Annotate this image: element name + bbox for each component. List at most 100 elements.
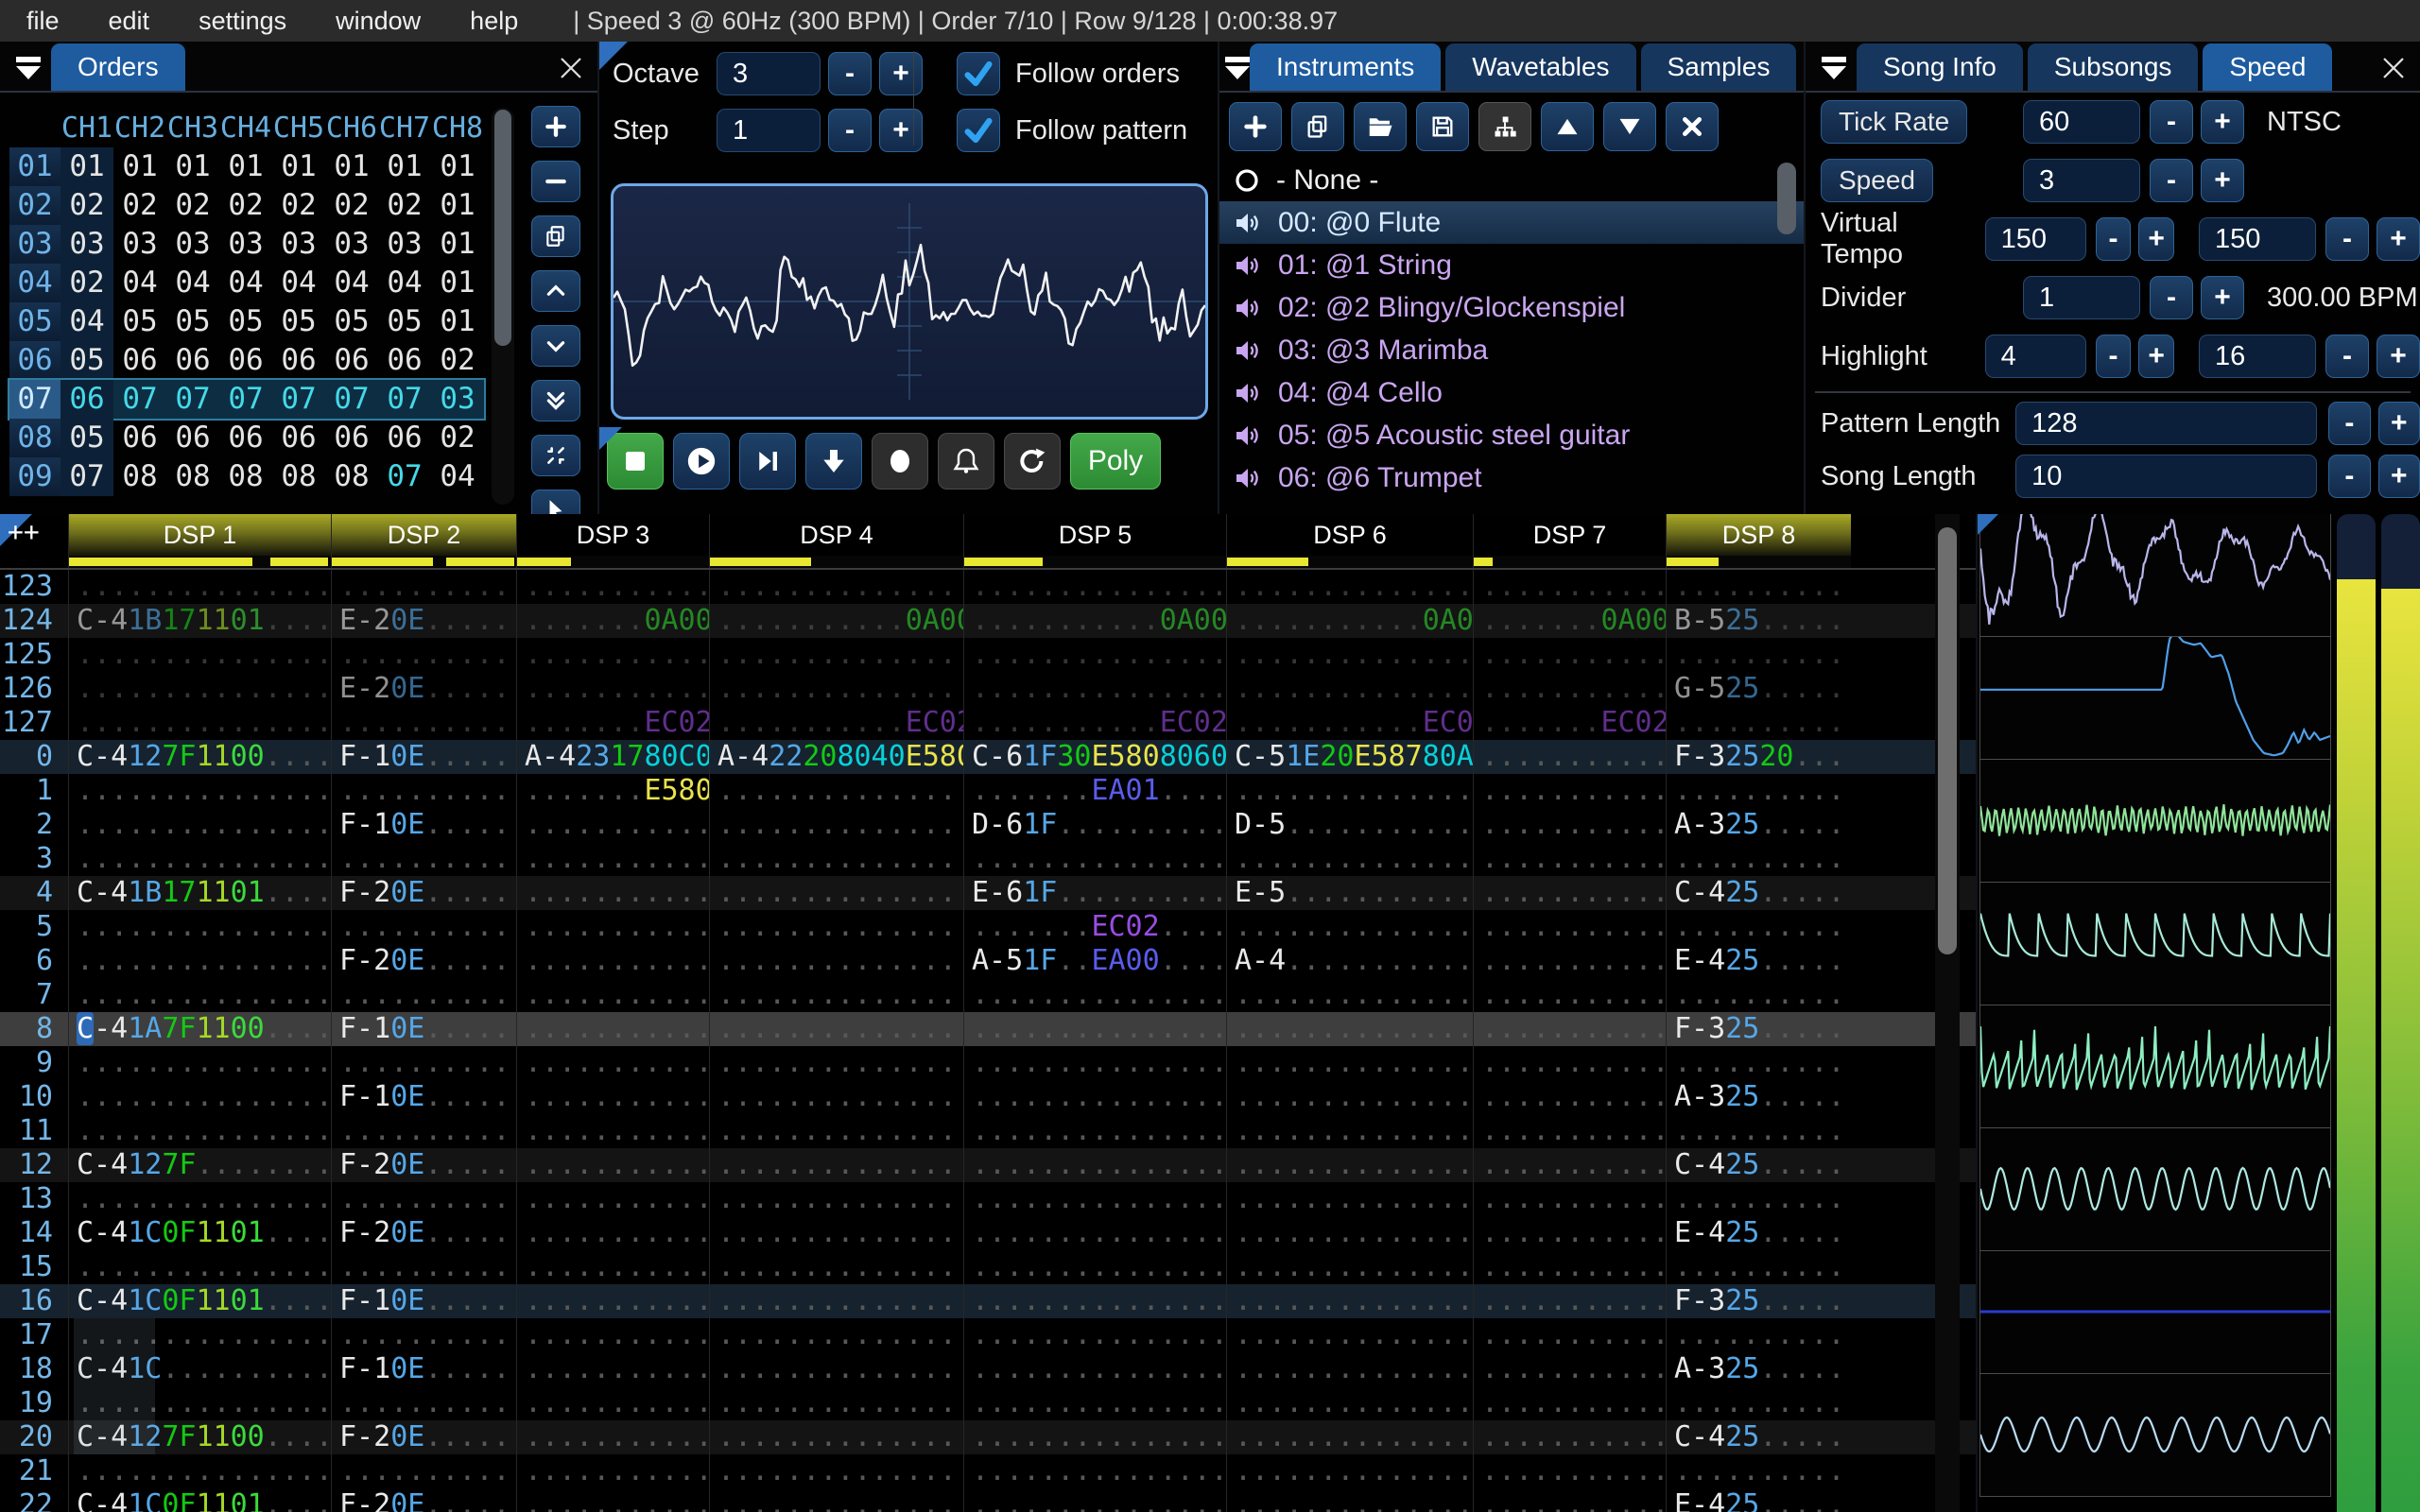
pattern-row-21[interactable]: 21......................................… <box>0 1454 1976 1488</box>
pattern-cell[interactable]: ........... <box>331 570 516 604</box>
step-minus-button[interactable]: - <box>828 109 872 152</box>
pattern-cell[interactable]: F-10E...... <box>331 1080 516 1114</box>
pattern-cell[interactable]: ........... <box>1666 1114 1851 1148</box>
order-cell[interactable]: 03 <box>325 225 378 264</box>
pattern-cell[interactable]: ........... <box>1666 842 1851 876</box>
order-cell[interactable]: 07 <box>219 380 272 419</box>
menu-help[interactable]: help <box>470 7 518 36</box>
menu-settings[interactable]: settings <box>199 7 286 36</box>
order-cell[interactable]: 07 <box>378 457 431 496</box>
pattern-cell[interactable]: .......0A00 <box>516 604 709 638</box>
order-cell[interactable]: 05 <box>272 302 325 341</box>
instrument-up-button[interactable] <box>1541 102 1594 151</box>
pattern-row-4[interactable]: 4 C-41B171101.... F-20E...................… <box>0 876 1976 910</box>
orders-scrollbar[interactable] <box>492 108 514 505</box>
pattern-cell[interactable]: ............... <box>709 944 963 978</box>
pattern-cell[interactable]: ............... <box>1226 1182 1473 1216</box>
pattern-cell[interactable]: ........... <box>1666 774 1851 808</box>
pattern-row-5[interactable]: 5.......................................… <box>0 910 1976 944</box>
pattern-cell[interactable]: ............... <box>963 1182 1226 1216</box>
pattern-row-15[interactable]: 15......................................… <box>0 1250 1976 1284</box>
pattern-row-13[interactable]: 13......................................… <box>0 1182 1976 1216</box>
order-cell[interactable]: 05 <box>60 419 113 457</box>
pattern-cell[interactable]: ........... <box>1473 944 1666 978</box>
pattern-cell[interactable]: ........... <box>1473 774 1666 808</box>
order-row-02[interactable]: 02 02 02 02 02 02 02 02 01 <box>9 186 484 225</box>
highlight-major-input[interactable]: 16 <box>2199 335 2316 378</box>
order-cell[interactable]: 02 <box>113 186 166 225</box>
pattern-cell[interactable]: ............... <box>1226 1386 1473 1420</box>
tab-orders[interactable]: Orders <box>51 43 185 91</box>
pattern-cell[interactable]: ........... <box>1473 1182 1666 1216</box>
channel-header-1[interactable]: DSP 1 <box>68 514 331 556</box>
pattern-cell[interactable]: ........... <box>1666 706 1851 740</box>
order-cell[interactable]: 06 <box>272 419 325 457</box>
play-pattern-button[interactable] <box>739 433 796 490</box>
pattern-cell[interactable]: F-20E...... <box>331 1420 516 1454</box>
pattern-cell[interactable]: ............... <box>68 842 331 876</box>
order-cell[interactable]: 02 <box>272 186 325 225</box>
order-cell[interactable]: 03 <box>113 225 166 264</box>
order-cell[interactable]: 04 <box>166 264 219 302</box>
order-cell[interactable]: 01 <box>431 225 484 264</box>
pattern-cell[interactable]: ........... <box>331 1114 516 1148</box>
menu-file[interactable]: file <box>26 7 60 36</box>
pattern-cell[interactable]: ........... <box>516 1114 709 1148</box>
menu-window[interactable]: window <box>336 7 421 36</box>
pattern-cell[interactable]: ........... <box>1473 876 1666 910</box>
pattern-cell[interactable]: ............... <box>1226 570 1473 604</box>
pattern-cell[interactable]: ............... <box>709 1046 963 1080</box>
pattern-cell[interactable]: ........... <box>1473 808 1666 842</box>
pattern-cell[interactable]: ........... <box>331 1182 516 1216</box>
pattern-cell[interactable]: ............... <box>709 1318 963 1352</box>
instrument-item-04[interactable]: 04: @4 Cello <box>1219 371 1804 414</box>
step-plus-button[interactable]: + <box>879 109 923 152</box>
order-cell[interactable]: 02 <box>431 419 484 457</box>
order-cell[interactable]: 02 <box>166 186 219 225</box>
order-cell[interactable]: 01 <box>272 147 325 186</box>
pattern-cell[interactable]: F-32520.... <box>1666 740 1851 774</box>
order-cell[interactable]: 08 <box>113 457 166 496</box>
order-cell[interactable]: 03 <box>378 225 431 264</box>
pattern-cell[interactable]: ........... <box>1473 1420 1666 1454</box>
pattern-cell[interactable]: F-10E...... <box>331 1352 516 1386</box>
order-cell[interactable]: 04 <box>272 264 325 302</box>
pattern-cell[interactable]: ........... <box>1473 978 1666 1012</box>
order-pointer-icon[interactable] <box>531 490 580 514</box>
virtual-tempo-den-input[interactable]: 150 <box>2199 217 2316 261</box>
channel-header-8[interactable]: DSP 8 <box>1666 514 1851 556</box>
pattern-cell[interactable]: F-10E...... <box>331 1284 516 1318</box>
pattern-cell[interactable]: ............... <box>1226 1318 1473 1352</box>
pattern-cell[interactable]: ............... <box>709 1386 963 1420</box>
pattern-cell[interactable]: ........... <box>516 1182 709 1216</box>
pattern-cell[interactable]: ............... <box>1226 1420 1473 1454</box>
pattern-cell[interactable]: ........... <box>1666 910 1851 944</box>
pattern-cell[interactable]: C-51E20E58780A0 <box>1226 740 1473 774</box>
pattern-row-18[interactable]: 18 C-41C.......... F-10E..................… <box>0 1352 1976 1386</box>
pattern-cell[interactable]: ............... <box>68 570 331 604</box>
pattern-cell[interactable]: F-20E...... <box>331 944 516 978</box>
order-cell[interactable]: 08 <box>219 457 272 496</box>
pattern-cell[interactable]: ........... <box>1473 1080 1666 1114</box>
order-cell[interactable]: 05 <box>166 302 219 341</box>
instrument-item-00[interactable]: 00: @0 Flute <box>1219 201 1804 244</box>
pattern-cell[interactable]: ........... <box>1666 1250 1851 1284</box>
pattern-cell[interactable]: ............... <box>709 808 963 842</box>
add-order-button[interactable] <box>531 106 580 147</box>
speed-plus-button[interactable]: + <box>2201 159 2244 202</box>
pattern-cell[interactable]: ........... <box>516 1046 709 1080</box>
pattern-cell[interactable]: ........... <box>1666 1454 1851 1488</box>
order-move-down-button[interactable] <box>531 380 580 421</box>
instrument-scrollbar[interactable] <box>1777 163 1796 499</box>
pattern-cell[interactable]: ............... <box>963 842 1226 876</box>
play-button[interactable] <box>673 433 730 490</box>
order-row-06[interactable]: 06 05 06 06 06 06 06 06 02 <box>9 341 484 380</box>
pattern-expand-button[interactable]: ++ <box>8 516 40 547</box>
highlight-minor-plus[interactable]: + <box>2138 335 2174 378</box>
pattern-cell[interactable]: ........... <box>516 1284 709 1318</box>
pattern-cell[interactable]: A-4231780C0 <box>516 740 709 774</box>
pattern-cell[interactable]: ............... <box>709 1250 963 1284</box>
pattern-cell[interactable]: ............... <box>1226 1284 1473 1318</box>
pattern-cell[interactable]: F-325...... <box>1666 1284 1851 1318</box>
order-cell[interactable]: 06 <box>378 341 431 380</box>
